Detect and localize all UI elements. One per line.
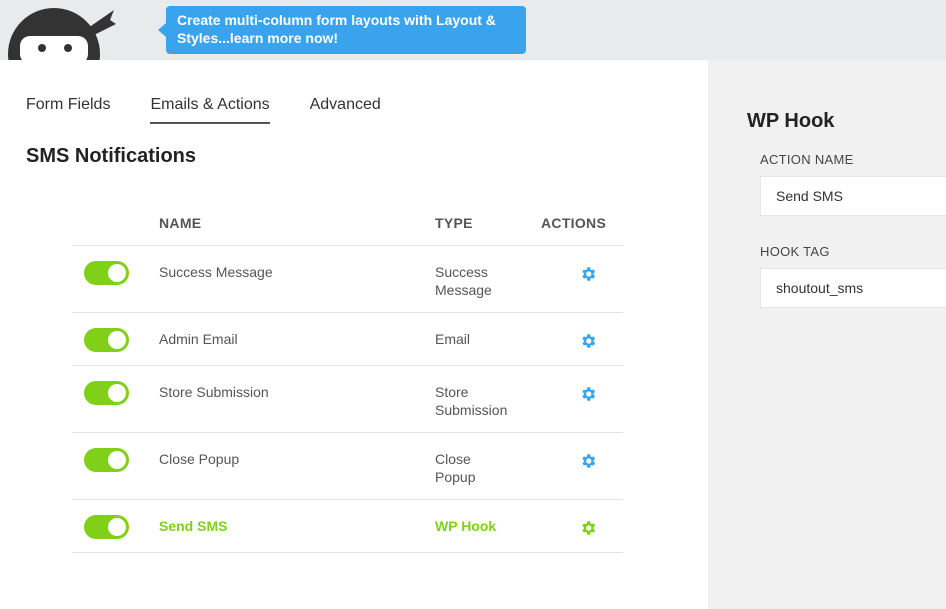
gear-icon[interactable] — [579, 332, 597, 350]
page-title: SMS Notifications — [26, 145, 197, 167]
action-type: Success Message — [435, 264, 492, 298]
hook-tag-label: HOOK TAG — [760, 244, 830, 259]
table-row: Admin Email Email — [72, 313, 623, 366]
table-row: Store Submission Store Submission — [72, 366, 623, 433]
main-panel: Form Fields Emails & Actions Advanced SM… — [0, 60, 708, 609]
tab-bar: Form Fields Emails & Actions Advanced — [26, 96, 421, 124]
tab-form-fields[interactable]: Form Fields — [26, 96, 110, 124]
action-name: Store Submission — [159, 384, 269, 400]
gear-icon[interactable] — [579, 452, 597, 470]
action-name-label: ACTION NAME — [760, 152, 854, 167]
table-row: Close Popup Close Popup — [72, 433, 623, 500]
enable-toggle[interactable] — [84, 328, 129, 352]
gear-icon[interactable] — [579, 265, 597, 283]
action-name: Close Popup — [159, 451, 240, 467]
enable-toggle[interactable] — [84, 448, 129, 472]
column-header-name: NAME — [159, 215, 202, 231]
tab-advanced[interactable]: Advanced — [310, 96, 381, 124]
column-header-type: TYPE — [435, 215, 473, 231]
action-type: WP Hook — [435, 518, 497, 534]
action-type: Close Popup — [435, 451, 476, 485]
promo-tooltip[interactable]: Create multi-column form layouts with La… — [158, 6, 526, 54]
action-type: Email — [435, 331, 471, 347]
action-name: Send SMS — [159, 518, 228, 534]
tab-emails-actions[interactable]: Emails & Actions — [150, 96, 270, 124]
column-header-actions: ACTIONS — [541, 215, 607, 231]
enable-toggle[interactable] — [84, 515, 129, 539]
promo-tooltip-text: Create multi-column form layouts with La… — [177, 12, 496, 46]
action-name-field[interactable]: Send SMS — [760, 176, 946, 216]
ninja-mascot-icon — [6, 0, 118, 60]
enable-toggle[interactable] — [84, 381, 129, 405]
drawer-title: WP Hook — [747, 110, 835, 132]
table-row: Success Message Success Message — [72, 246, 623, 313]
action-name: Success Message — [159, 264, 273, 280]
action-type: Store Submission — [435, 384, 508, 418]
gear-icon[interactable] — [579, 519, 597, 537]
settings-drawer: WP Hook ACTION NAME Send SMS HOOK TAG sh… — [708, 60, 946, 609]
hook-tag-field[interactable]: shoutout_sms — [760, 268, 946, 308]
gear-icon[interactable] — [579, 385, 597, 403]
enable-toggle[interactable] — [84, 261, 129, 285]
top-bar: Create multi-column form layouts with La… — [0, 0, 946, 60]
table-row-selected[interactable]: Send SMS WP Hook — [72, 500, 623, 553]
table-header: NAME TYPE ACTIONS — [72, 200, 623, 246]
action-name: Admin Email — [159, 331, 238, 347]
actions-table: NAME TYPE ACTIONS Success Message Succes… — [72, 200, 623, 553]
